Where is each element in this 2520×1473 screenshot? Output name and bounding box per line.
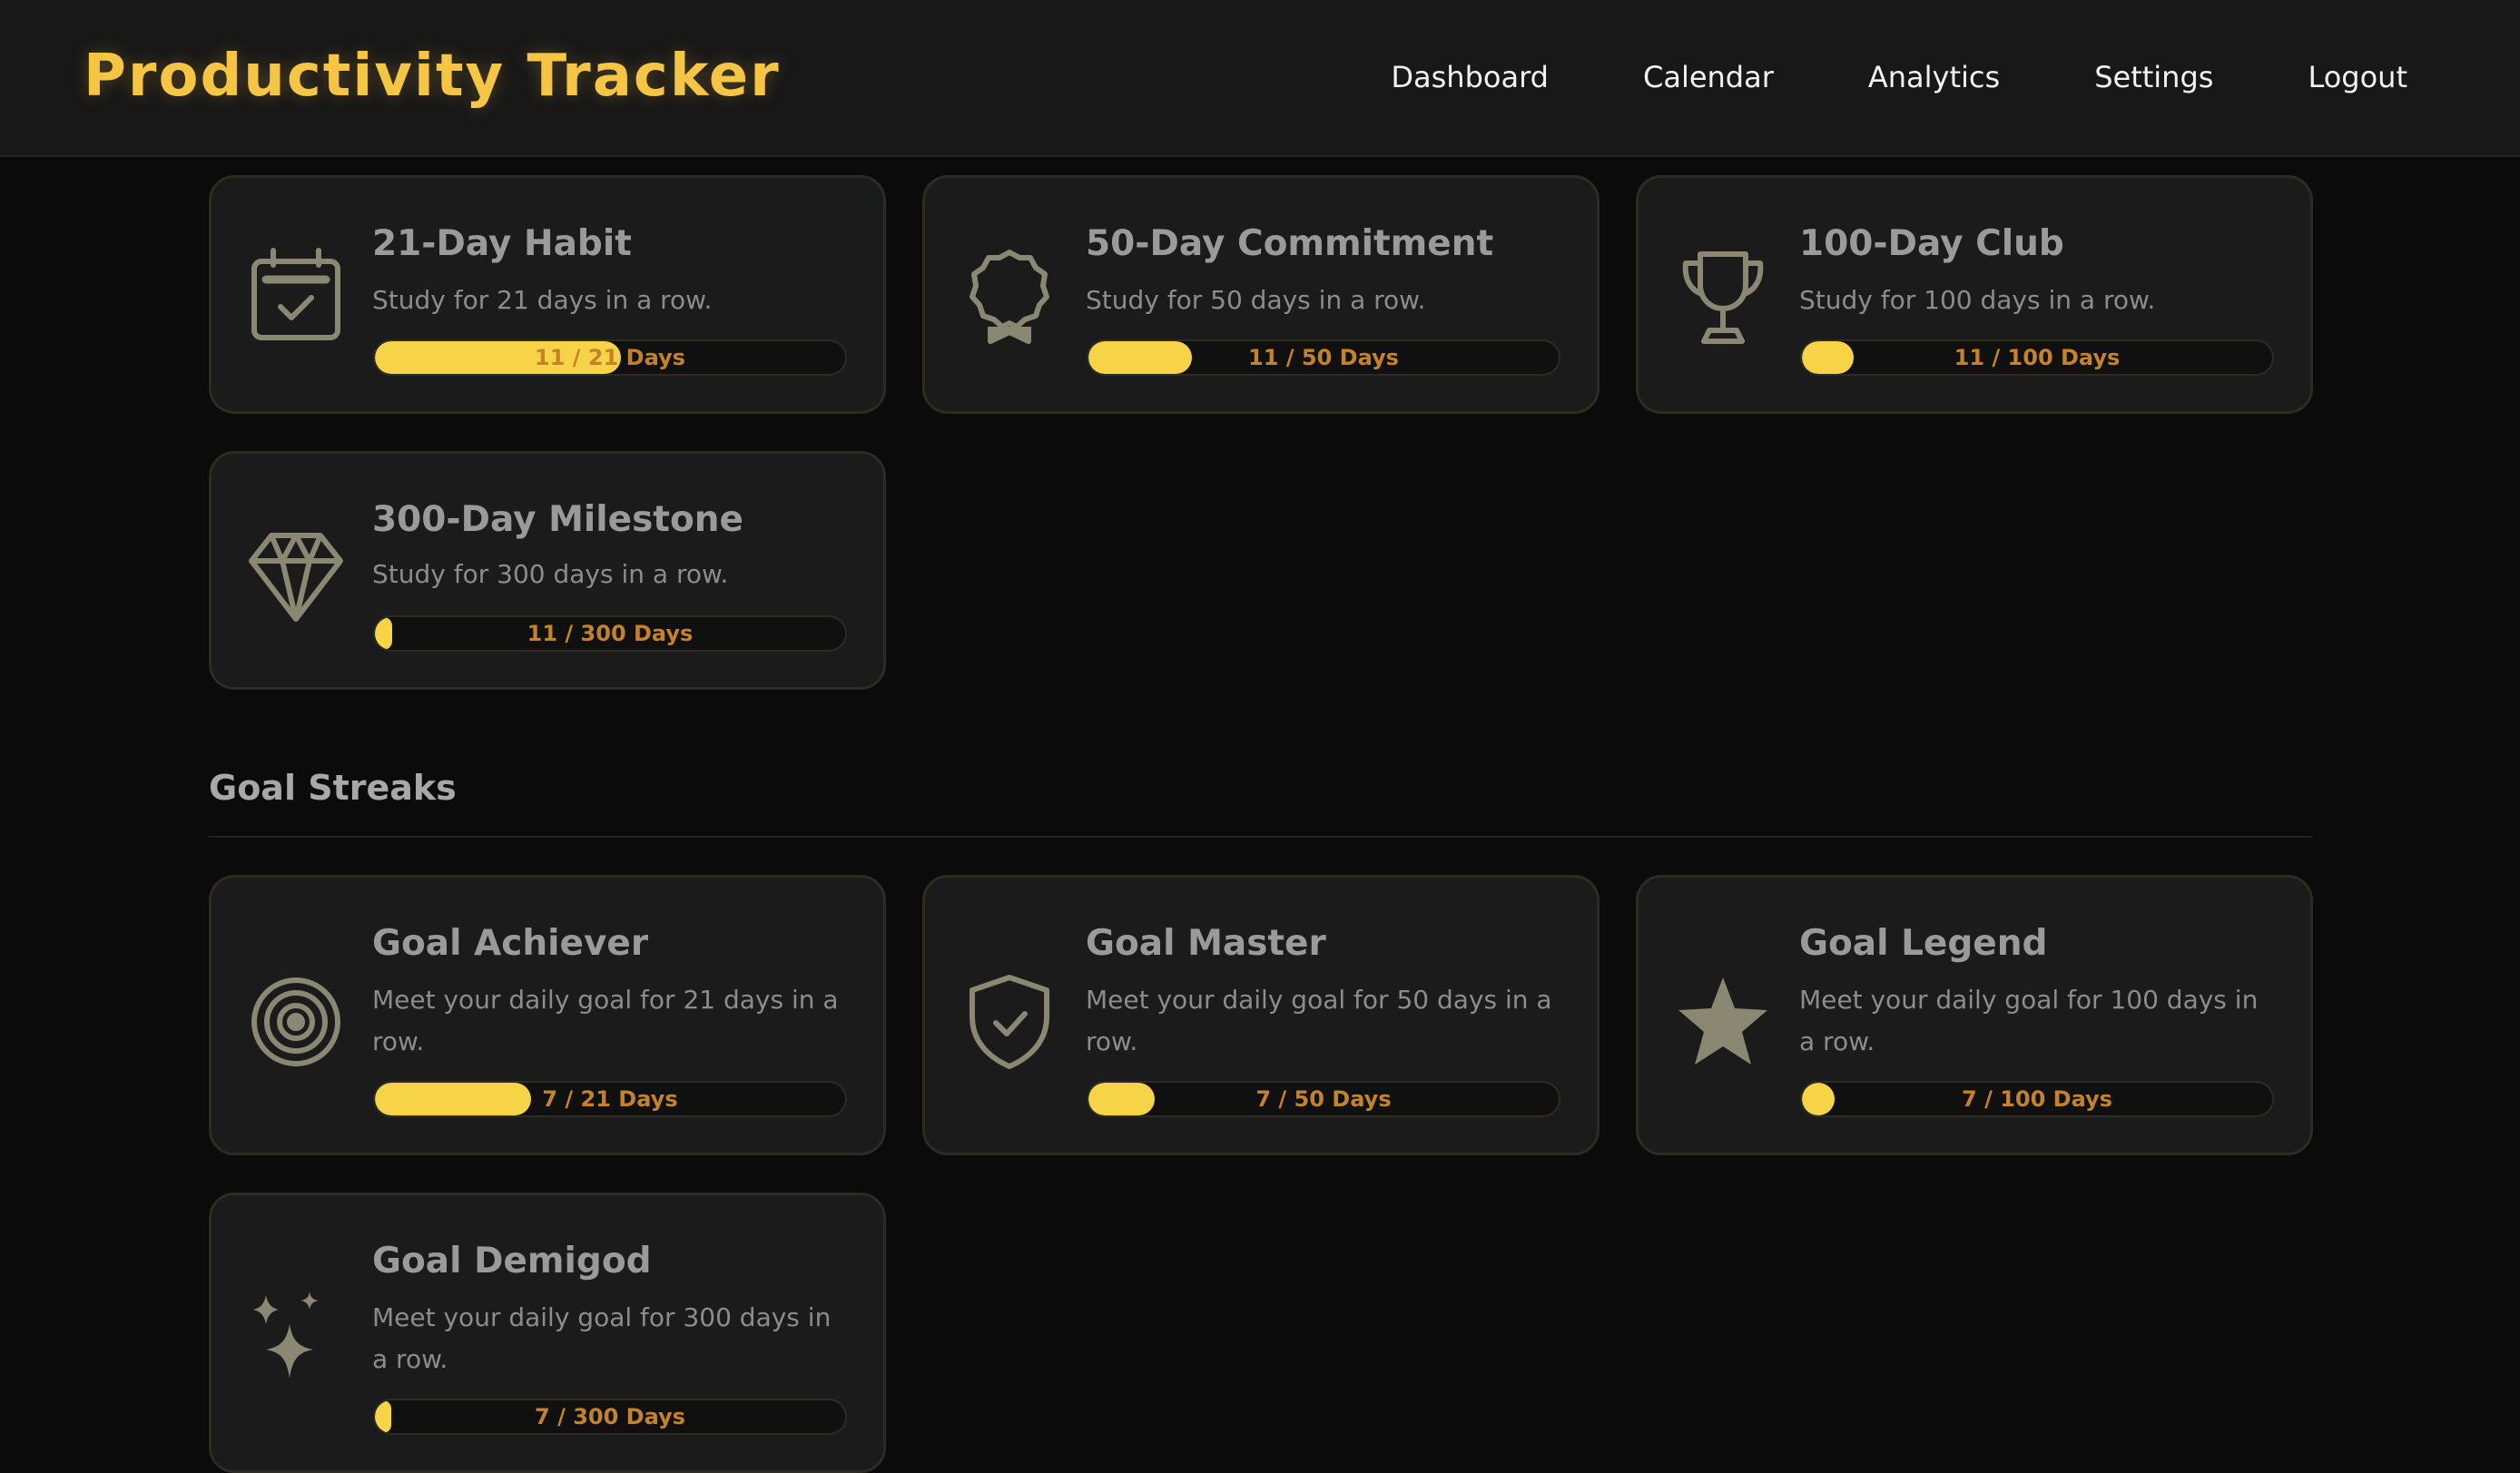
progress-bar: 11 / 50 Days	[1087, 339, 1560, 376]
progress-label: 11 / 50 Days	[1248, 345, 1399, 370]
card-title: 21-Day Habit	[372, 223, 632, 264]
sparkles-icon	[246, 1288, 346, 1388]
main-nav: Dashboard Calendar Analytics Settings Lo…	[1296, 54, 2407, 100]
card-description: Study for 50 days in a row.	[1086, 285, 1426, 315]
star-icon	[1673, 972, 1773, 1072]
card-title: Goal Legend	[1799, 923, 2048, 964]
section-divider	[209, 836, 2313, 838]
progress-label: 11 / 100 Days	[1954, 345, 2121, 370]
card-title: Goal Master	[1086, 923, 1326, 964]
achievement-card-goal-legend: Goal Legend Meet your daily goal for 100…	[1636, 875, 2313, 1155]
card-description: Study for 21 days in a row.	[372, 285, 713, 315]
progress-bar: 11 / 100 Days	[1800, 339, 2274, 376]
nav-logout-link[interactable]: Logout	[2308, 54, 2407, 100]
nav-dashboard-link[interactable]: Dashboard	[1391, 54, 1549, 100]
nav-calendar-link[interactable]: Calendar	[1643, 54, 1774, 100]
achievement-card-300-day-milestone: 300-Day Milestone Study for 300 days in …	[209, 451, 886, 690]
card-title: Goal Achiever	[372, 923, 649, 964]
card-description: Study for 100 days in a row.	[1799, 285, 2156, 315]
nav-analytics-link[interactable]: Analytics	[1868, 54, 2000, 100]
card-title: 300-Day Milestone	[372, 499, 743, 540]
progress-bar: 7 / 300 Days	[373, 1399, 847, 1435]
progress-bar: 7 / 100 Days	[1800, 1081, 2274, 1117]
achievement-card-100-day-club: 100-Day Club Study for 100 days in a row…	[1636, 175, 2313, 414]
card-title: 50-Day Commitment	[1086, 223, 1494, 264]
section-heading-goal-streaks: Goal Streaks	[209, 768, 457, 808]
card-description: Study for 300 days in a row.	[372, 559, 729, 589]
card-title: Goal Demigod	[372, 1241, 652, 1282]
progress-bar: 11 / 21 Days	[373, 339, 847, 376]
target-icon	[246, 972, 346, 1072]
progress-label: 7 / 100 Days	[1962, 1086, 2112, 1112]
progress-bar: 11 / 300 Days	[373, 615, 847, 652]
card-description: Meet your daily goal for 300 days in a r…	[372, 1302, 832, 1374]
achievement-card-50-day-commitment: 50-Day Commitment Study for 50 days in a…	[922, 175, 1600, 414]
calendar-check-icon	[246, 247, 346, 347]
nav-settings-link[interactable]: Settings	[2094, 54, 2213, 100]
progress-label: 11 / 21 Days	[535, 345, 685, 370]
app-title[interactable]: Productivity Tracker	[84, 38, 781, 114]
card-description: Meet your daily goal for 100 days in a r…	[1799, 985, 2259, 1056]
card-title: 100-Day Club	[1799, 223, 2064, 264]
achievement-card-goal-demigod: Goal Demigod Meet your daily goal for 30…	[209, 1193, 886, 1473]
achievement-card-21-day-habit: 21-Day Habit Study for 21 days in a row.…	[209, 175, 886, 414]
progress-label: 11 / 300 Days	[527, 621, 694, 646]
progress-label: 7 / 50 Days	[1255, 1086, 1392, 1112]
progress-label: 7 / 300 Days	[535, 1404, 685, 1429]
trophy-icon	[1673, 247, 1773, 347]
achievement-card-goal-achiever: Goal Achiever Meet your daily goal for 2…	[209, 875, 886, 1155]
shield-check-icon	[960, 972, 1059, 1072]
top-header: Productivity Tracker Dashboard Calendar …	[0, 0, 2520, 157]
card-description: Meet your daily goal for 21 days in a ro…	[372, 985, 839, 1056]
progress-bar: 7 / 21 Days	[373, 1081, 847, 1117]
award-badge-icon	[960, 247, 1059, 347]
progress-label: 7 / 21 Days	[542, 1086, 678, 1112]
achievement-card-goal-master: Goal Master Meet your daily goal for 50 …	[922, 875, 1600, 1155]
card-description: Meet your daily goal for 50 days in a ro…	[1086, 985, 1552, 1056]
diamond-icon	[246, 525, 346, 624]
progress-bar: 7 / 50 Days	[1087, 1081, 1560, 1117]
